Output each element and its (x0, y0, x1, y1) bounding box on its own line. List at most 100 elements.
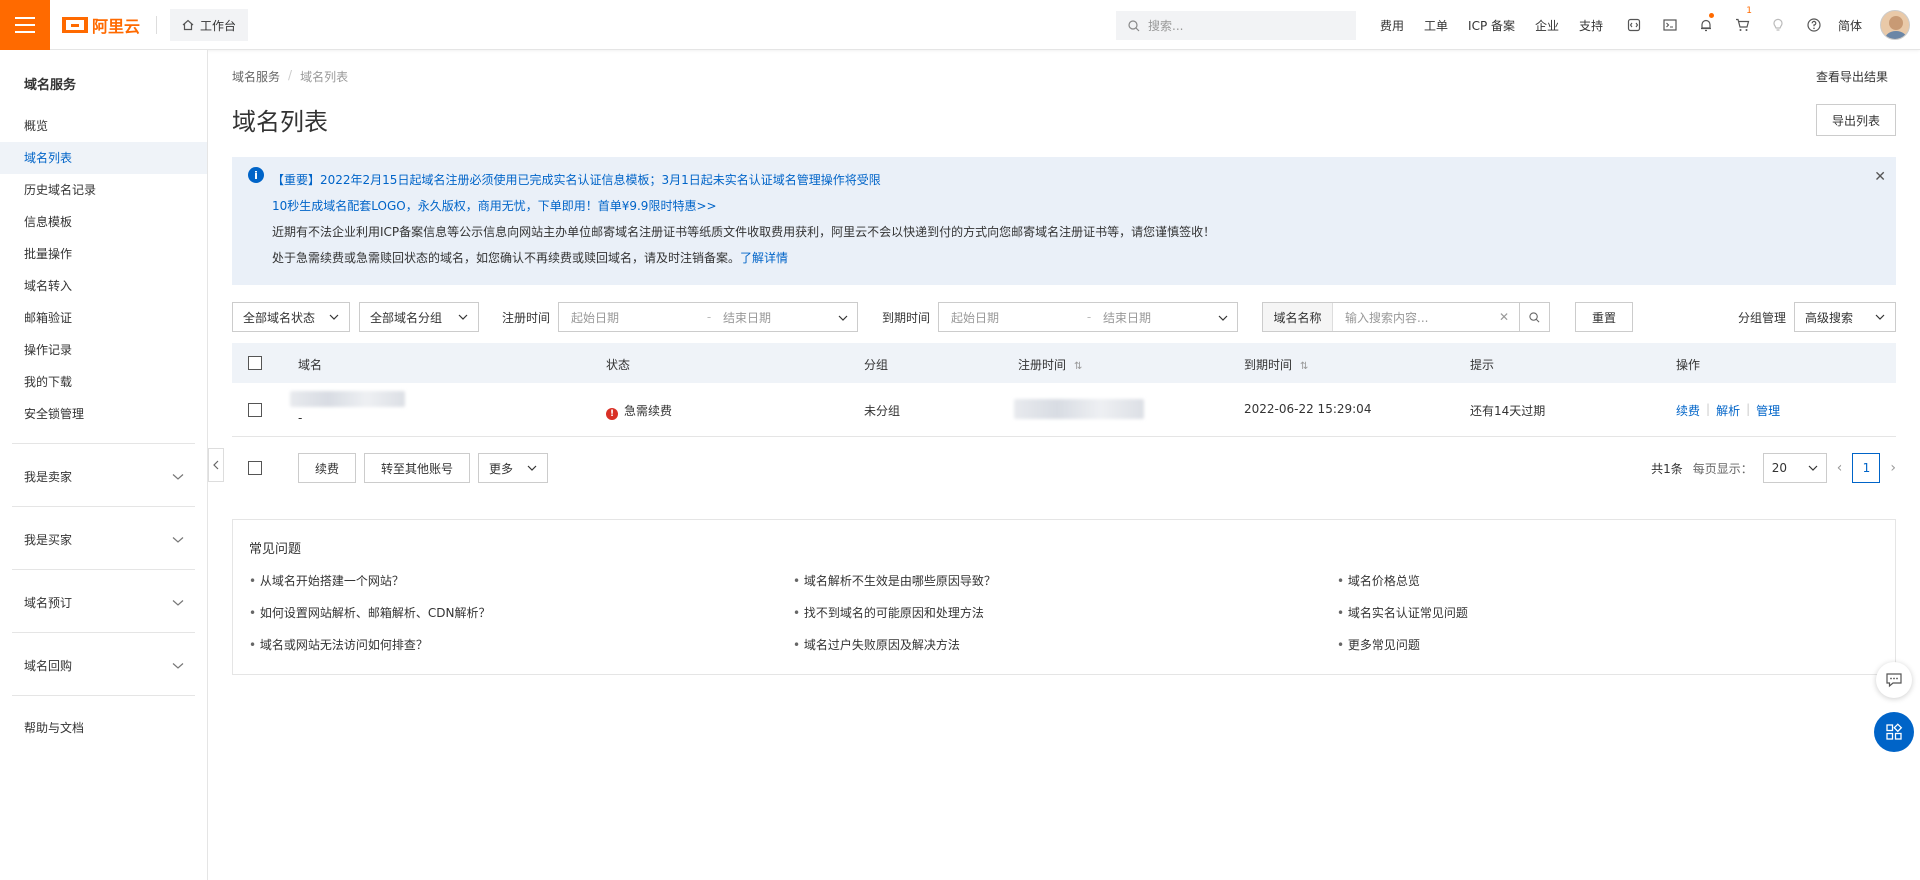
top-link-icp[interactable]: ICP 备案 (1468, 17, 1515, 34)
sidebar-item-overview[interactable]: 概览 (0, 110, 207, 142)
workbench-button[interactable]: 工作台 (170, 9, 249, 41)
faq-link[interactable]: 域名价格总览 (1337, 572, 1420, 589)
batch-renew-button[interactable]: 续费 (298, 453, 356, 483)
global-search-input[interactable]: 搜索... (1116, 11, 1356, 40)
sidebar-group-buyback[interactable]: 域名回购 (24, 657, 184, 674)
help-icon[interactable] (1796, 0, 1832, 50)
top-link-support[interactable]: 支持 (1579, 17, 1603, 34)
domain-group-select[interactable]: 全部域名分组 (359, 302, 479, 332)
chevron-down-icon (329, 314, 339, 320)
top-link-billing[interactable]: 费用 (1380, 17, 1404, 34)
page-number-button[interactable]: 1 (1852, 453, 1881, 483)
prev-page-icon[interactable]: ‹ (1837, 460, 1843, 476)
chat-support-button[interactable] (1876, 662, 1912, 698)
domain-search-input[interactable]: 输入搜索内容... ✕ (1333, 303, 1519, 331)
aliyun-logo[interactable]: 阿里云 (62, 13, 140, 37)
learn-more-link[interactable]: 了解详情 (740, 251, 788, 265)
search-button[interactable] (1519, 303, 1549, 331)
faq-link[interactable]: 域名过户失败原因及解决方法 (793, 636, 960, 653)
sidebar-item-my-downloads[interactable]: 我的下载 (0, 366, 207, 398)
sidebar: 域名服务 概览 域名列表 历史域名记录 信息模板 批量操作 域名转入 邮箱验证 … (0, 50, 208, 880)
redacted-domain-name[interactable] (290, 391, 405, 407)
reg-end-date[interactable]: 结束日期 (719, 309, 829, 326)
chevron-down-icon (1209, 310, 1237, 324)
hamburger-menu-button[interactable] (0, 0, 50, 50)
sidebar-item-info-templates[interactable]: 信息模板 (0, 206, 207, 238)
expire-time-cell: 2022-06-22 15:29:04 (1244, 402, 1372, 416)
top-link-tickets[interactable]: 工单 (1424, 17, 1448, 34)
notice-important-link[interactable]: 【重要】2022年2月15日起域名注册必须使用已完成实名认证信息模板；3月1日起… (272, 171, 881, 188)
select-all-checkbox[interactable] (248, 356, 262, 370)
sort-icon[interactable]: ⇅ (1074, 361, 1082, 372)
lightbulb-icon[interactable] (1760, 0, 1796, 50)
faq-link[interactable]: 找不到域名的可能原因和处理方法 (793, 604, 984, 621)
faq-link[interactable]: 域名或网站无法访问如何排查？ (249, 636, 428, 653)
language-switch[interactable]: 简体 (1838, 17, 1862, 34)
group-management-link[interactable]: 分组管理 (1738, 309, 1786, 326)
chevron-down-icon (527, 465, 537, 471)
menu-icon-line (15, 17, 35, 19)
exp-start-date[interactable]: 起始日期 (939, 309, 1079, 326)
user-avatar[interactable] (1880, 10, 1910, 40)
chevron-down-icon (1875, 314, 1885, 320)
faq-link[interactable]: 从域名开始搭建一个网站？ (249, 572, 404, 589)
breadcrumb-separator: / (288, 68, 293, 82)
sidebar-item-security-lock[interactable]: 安全锁管理 (0, 398, 207, 430)
reset-button[interactable]: 重置 (1575, 302, 1633, 332)
notice-banner: i 【重要】2022年2月15日起域名注册必须使用已完成实名认证信息模板；3月1… (232, 157, 1896, 285)
sidebar-group-seller[interactable]: 我是卖家 (24, 468, 184, 485)
sidebar-collapse-button[interactable] (208, 448, 224, 482)
sidebar-group-buyer[interactable]: 我是买家 (24, 531, 184, 548)
export-list-button[interactable]: 导出列表 (1816, 104, 1896, 136)
registration-date-range[interactable]: 起始日期 - 结束日期 (558, 302, 858, 332)
advanced-search-button[interactable]: 高级搜索 (1794, 302, 1896, 332)
clear-icon[interactable]: ✕ (1499, 310, 1509, 324)
renew-link[interactable]: 续费 (1676, 402, 1700, 419)
exp-end-date[interactable]: 结束日期 (1099, 309, 1209, 326)
sidebar-item-history-domains[interactable]: 历史域名记录 (0, 174, 207, 206)
faq-link[interactable]: 更多常见问题 (1337, 636, 1420, 653)
divider (12, 443, 195, 444)
faq-link[interactable]: 域名解析不生效是由哪些原因导致？ (793, 572, 996, 589)
next-page-icon[interactable]: › (1890, 460, 1896, 476)
divider (12, 632, 195, 633)
sidebar-item-batch-operations[interactable]: 批量操作 (0, 238, 207, 270)
row-checkbox[interactable] (248, 403, 262, 417)
redacted-registration-time (1014, 399, 1144, 419)
batch-select-checkbox[interactable] (248, 461, 262, 475)
domain-group-value: 全部域名分组 (370, 310, 443, 325)
reg-start-date[interactable]: 起始日期 (559, 309, 699, 326)
sidebar-item-operation-logs[interactable]: 操作记录 (0, 334, 207, 366)
sort-icon[interactable]: ⇅ (1300, 361, 1308, 372)
sidebar-group-reservation[interactable]: 域名预订 (24, 594, 184, 611)
notification-bell-icon[interactable] (1688, 0, 1724, 50)
domain-status-select[interactable]: 全部域名状态 (232, 302, 350, 332)
view-export-results-link[interactable]: 查看导出结果 (1816, 68, 1888, 85)
sidebar-item-domain-list[interactable]: 域名列表 (0, 142, 207, 174)
expire-date-range[interactable]: 起始日期 - 结束日期 (938, 302, 1238, 332)
terminal-icon[interactable] (1652, 0, 1688, 50)
breadcrumb: 域名服务 / 域名列表 (232, 68, 348, 85)
app-launcher-button[interactable] (1874, 712, 1914, 752)
dns-resolve-link[interactable]: 解析 (1716, 402, 1740, 419)
sidebar-item-email-verification[interactable]: 邮箱验证 (0, 302, 207, 334)
sidebar-help-docs[interactable]: 帮助与文档 (0, 712, 207, 744)
more-actions-dropdown[interactable]: 更多 (478, 453, 548, 483)
notice-logo-promo-link[interactable]: 10秒生成域名配套LOGO，永久版权，商用无忧，下单即用！首单¥9.9限时特惠>… (272, 197, 717, 214)
search-field-select[interactable]: 域名名称 (1263, 303, 1333, 331)
faq-link[interactable]: 如何设置网站解析、邮箱解析、CDN解析？ (249, 604, 491, 621)
column-registration-time[interactable]: 注册时间 ⇅ (1018, 356, 1082, 373)
per-page-select[interactable]: 20 (1762, 453, 1827, 483)
cloud-shell-icon[interactable] (1616, 0, 1652, 50)
cart-icon[interactable]: 1 (1724, 0, 1760, 50)
manage-link[interactable]: 管理 (1756, 402, 1780, 419)
transfer-to-account-button[interactable]: 转至其他账号 (364, 453, 470, 483)
sidebar-item-domain-transfer-in[interactable]: 域名转入 (0, 270, 207, 302)
status-text: 急需续费 (624, 404, 673, 418)
action-separator: | (1746, 402, 1751, 416)
column-expire-time[interactable]: 到期时间 ⇅ (1244, 356, 1308, 373)
top-link-enterprise[interactable]: 企业 (1535, 17, 1559, 34)
breadcrumb-domain-service[interactable]: 域名服务 (232, 68, 280, 85)
close-icon[interactable]: ✕ (1874, 169, 1886, 185)
faq-link[interactable]: 域名实名认证常见问题 (1337, 604, 1468, 621)
